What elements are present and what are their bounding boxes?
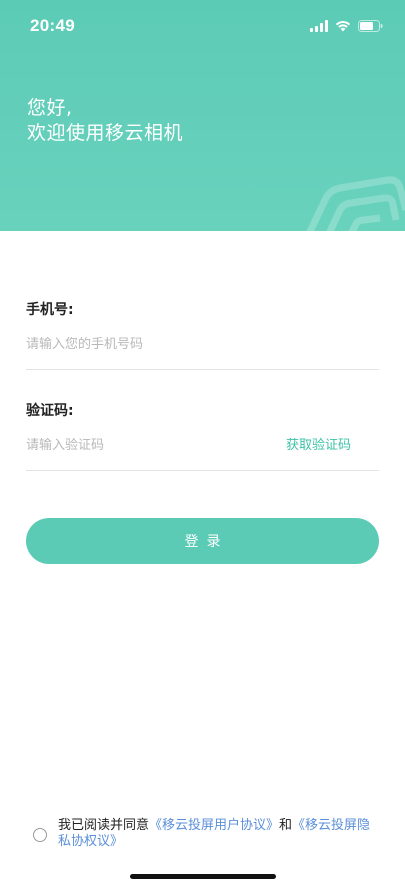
code-field-row: 获取验证码 — [26, 421, 379, 471]
verification-code-input[interactable] — [26, 438, 266, 453]
home-indicator — [130, 874, 276, 879]
get-code-button[interactable]: 获取验证码 — [286, 421, 351, 471]
greeting: 您好, 欢迎使用移云相机 — [27, 96, 183, 146]
agreement-prefix: 我已阅读并同意 — [58, 818, 150, 833]
greeting-line-1: 您好, — [27, 97, 73, 119]
cellular-signal-icon — [310, 20, 328, 32]
status-bar: 20:49 — [0, 0, 405, 52]
agreement-text: 我已阅读并同意《移云投屏用户协议》和《移云投屏隐私协权议》 — [58, 818, 380, 850]
greeting-line-2: 欢迎使用移云相机 — [27, 122, 184, 144]
phone-label: 手机号: — [26, 302, 74, 318]
status-time: 20:49 — [30, 16, 75, 35]
phone-input[interactable] — [26, 337, 266, 352]
login-form: 手机号: 验证码: 获取验证码 — [26, 300, 379, 471]
agreement-conjunction: 和 — [279, 818, 293, 833]
wifi-icon — [335, 20, 351, 32]
decorative-logo-icon — [306, 176, 405, 231]
agreement: 我已阅读并同意《移云投屏用户协议》和《移云投屏隐私协权议》 — [33, 818, 383, 850]
battery-icon — [358, 20, 383, 32]
agreement-radio[interactable] — [33, 828, 47, 842]
phone-field-row — [26, 320, 379, 370]
code-label: 验证码: — [26, 403, 74, 419]
status-icons — [310, 20, 383, 32]
login-button[interactable]: 登录 — [26, 518, 379, 564]
hero-header: 20:49 您好, 欢迎使用移云相机 — [0, 0, 405, 231]
user-agreement-link[interactable]: 《移云投屏用户协议》 — [149, 818, 279, 833]
